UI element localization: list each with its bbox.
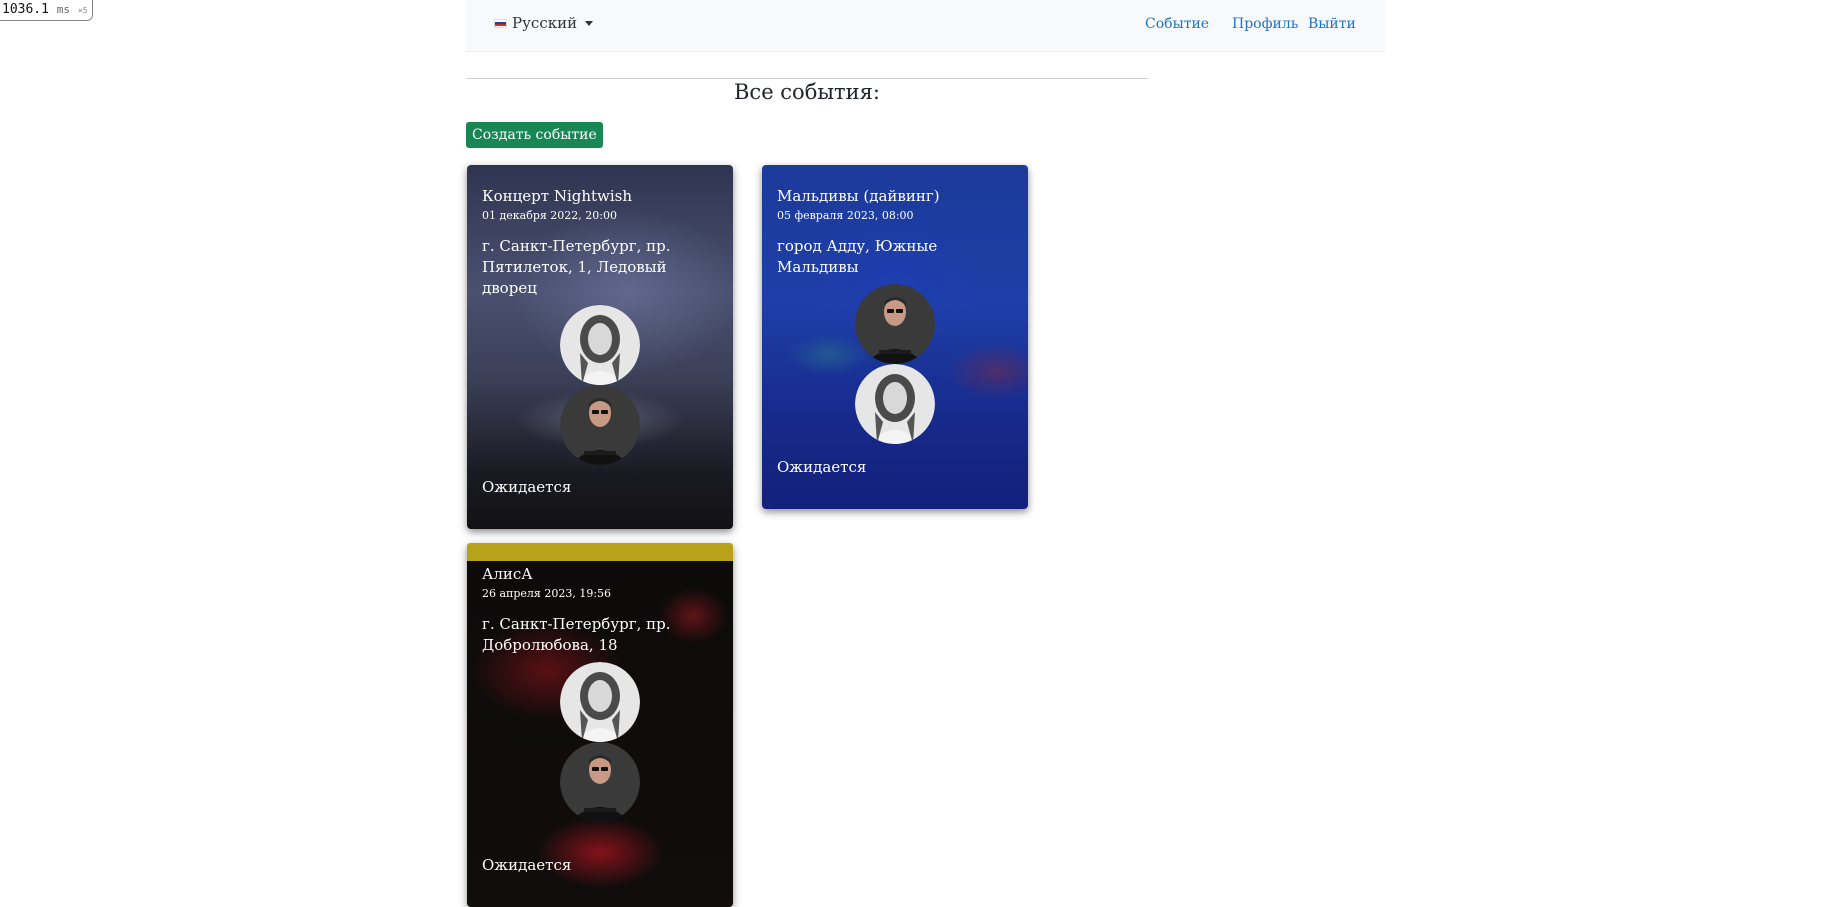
nav-event-link[interactable]: Событие [1145,16,1209,32]
participant-avatar-woman[interactable] [560,662,640,742]
participants [482,305,718,465]
perf-badge: 1036.1 ms ×5 [0,0,93,21]
participants [777,284,1013,444]
event-title: Мальдивы (дайвинг) [777,187,940,205]
event-status: Ожидается [482,856,572,874]
russia-flag-icon [494,18,507,28]
nav-profile-link[interactable]: Профиль [1232,16,1298,32]
event-status: Ожидается [482,478,572,496]
event-status: Ожидается [777,458,867,476]
top-navbar: Русский Событие Профиль Выйти [466,0,1385,52]
event-date: 01 декабря 2022, 20:00 [482,209,617,222]
event-title: АлисА [482,565,533,583]
participant-avatar-man[interactable] [560,742,640,822]
caret-down-icon [585,20,594,26]
event-card-maldives[interactable]: Мальдивы (дайвинг) 05 февраля 2023, 08:0… [762,165,1028,509]
perf-unit: ms [56,3,71,16]
event-card-alisa[interactable]: АлисА 26 апреля 2023, 19:56 г. Санкт-Пет… [467,543,733,907]
page-title: Все события: [734,80,880,104]
participant-avatar-woman[interactable] [560,305,640,385]
participants [482,662,718,822]
nav-logout-link[interactable]: Выйти [1308,16,1356,32]
event-address: г. Санкт-Петербург, пр. Добролюбова, 18 [482,615,671,654]
event-date: 05 февраля 2023, 08:00 [777,209,914,222]
event-address: г. Санкт-Петербург, пр. Пятилеток, 1, Ле… [482,237,671,297]
perf-multiplier: ×5 [77,6,88,15]
event-title: Концерт Nightwish [482,187,633,205]
event-card-nightwish[interactable]: Концерт Nightwish 01 декабря 2022, 20:00… [467,165,733,529]
participant-avatar-man[interactable] [560,385,640,465]
participant-avatar-woman[interactable] [855,364,935,444]
language-dropdown[interactable]: Русский [494,14,594,32]
participant-avatar-man[interactable] [855,284,935,364]
divider [466,78,1148,79]
create-event-button[interactable]: Создать событие [466,122,603,148]
event-date: 26 апреля 2023, 19:56 [482,587,612,600]
language-label: Русский [512,14,578,32]
event-address: город Адду, Южные Мальдивы [777,237,938,276]
perf-value: 1036.1 [2,2,49,17]
